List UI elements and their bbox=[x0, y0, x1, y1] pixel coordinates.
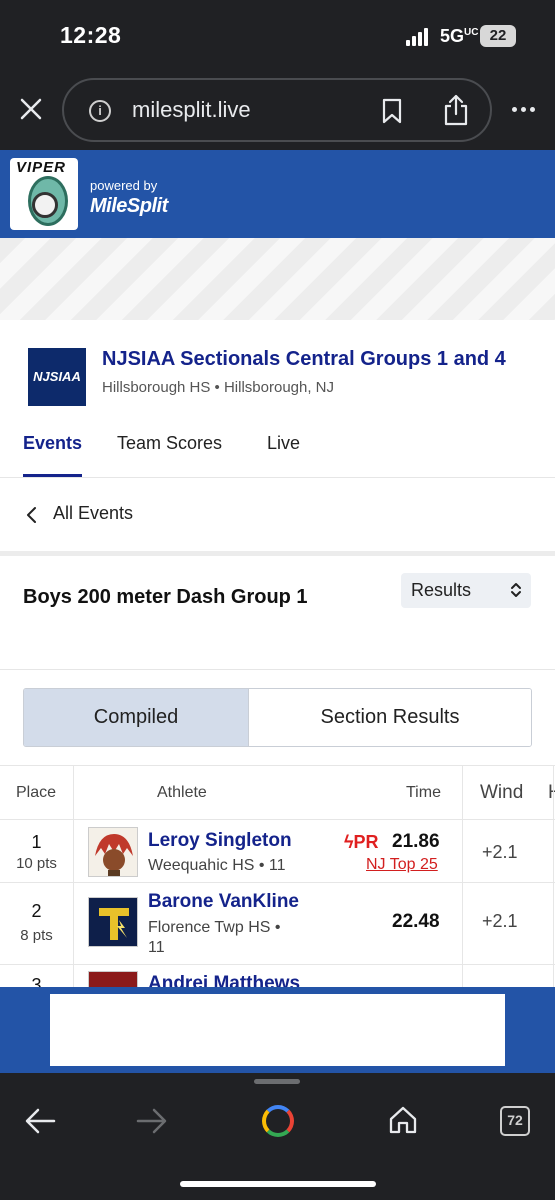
pr-badge: ϟPR bbox=[344, 832, 379, 852]
all-events-label: All Events bbox=[53, 503, 134, 523]
header-athlete: Athlete bbox=[157, 784, 207, 801]
athlete-school[interactable]: Florence Twp HS • 11 bbox=[148, 918, 298, 958]
place-number: 2 bbox=[31, 901, 42, 921]
athlete-name[interactable]: Andrei Matthews bbox=[148, 973, 300, 987]
wind-reading: +2.1 bbox=[482, 911, 518, 931]
decorative-banner bbox=[0, 238, 555, 320]
status-bar: 12:28 5GUC 22 bbox=[0, 0, 555, 72]
header-time: Time bbox=[406, 784, 441, 801]
results-table: Place Athlete Time Wind H 1 10 pts Leroy… bbox=[0, 765, 555, 987]
place-number: 3 bbox=[31, 975, 42, 987]
athlete-name[interactable]: Leroy Singleton bbox=[148, 830, 292, 852]
results-select[interactable]: Results bbox=[401, 573, 531, 608]
results-view-toggle: Compiled Section Results bbox=[23, 688, 532, 747]
stopwatch-icon bbox=[32, 192, 58, 218]
tab-team-scores[interactable]: Team Scores bbox=[117, 433, 222, 454]
meet-logo: NJSIAA bbox=[28, 348, 86, 406]
home-icon[interactable] bbox=[388, 1105, 418, 1135]
table-row[interactable]: 3 Andrei Matthews bbox=[0, 964, 555, 987]
drag-handle[interactable] bbox=[254, 1079, 300, 1084]
google-lens-icon[interactable] bbox=[262, 1105, 294, 1137]
header-place: Place bbox=[16, 784, 57, 801]
lightning-icon: ϟ bbox=[344, 832, 354, 852]
status-time: 12:28 bbox=[60, 22, 122, 48]
browser-toolbar: i milesplit.live bbox=[0, 72, 555, 150]
forward-arrow-icon[interactable] bbox=[136, 1107, 168, 1135]
ad-banner bbox=[0, 987, 555, 1073]
share-icon[interactable] bbox=[443, 94, 469, 126]
chevron-left-icon bbox=[27, 507, 36, 523]
tab-live[interactable]: Live bbox=[267, 433, 300, 454]
close-icon[interactable] bbox=[18, 96, 44, 122]
place-points: 10 pts bbox=[16, 855, 57, 872]
more-options-icon[interactable] bbox=[510, 100, 538, 120]
info-icon[interactable]: i bbox=[89, 100, 111, 122]
url-text[interactable]: milesplit.live bbox=[132, 97, 251, 123]
segment-compiled[interactable]: Compiled bbox=[24, 689, 249, 746]
athlete-name[interactable]: Barone VanKline bbox=[148, 891, 299, 913]
browser-bottom-nav: 72 bbox=[0, 1073, 555, 1200]
powered-by-label: powered by bbox=[90, 178, 158, 193]
meet-location: Hillsborough HS • Hillsborough, NJ bbox=[102, 379, 335, 396]
table-row[interactable]: 1 10 pts Leroy Singleton Weequahic HS • … bbox=[0, 819, 555, 882]
home-indicator[interactable] bbox=[180, 1181, 376, 1187]
place-points: 8 pts bbox=[20, 927, 53, 944]
signal-icon bbox=[406, 28, 430, 46]
bookmark-icon[interactable] bbox=[382, 98, 402, 124]
place-number: 1 bbox=[31, 832, 42, 852]
athlete-school[interactable]: Weequahic HS • 11 bbox=[148, 856, 286, 876]
network-type: 5GUC bbox=[440, 26, 479, 46]
tab-events[interactable]: Events bbox=[23, 433, 83, 477]
back-arrow-icon[interactable] bbox=[24, 1107, 56, 1135]
results-select-value: Results bbox=[411, 580, 472, 600]
header-wind: Wind bbox=[480, 782, 524, 803]
viper-logo[interactable]: VIPER bbox=[10, 158, 78, 230]
site-header: VIPER powered by MileSplit bbox=[0, 150, 555, 238]
ranking-link[interactable]: NJ Top 25 bbox=[366, 856, 438, 874]
team-logo bbox=[88, 827, 138, 877]
result-time: 22.48 bbox=[392, 911, 440, 932]
battery-icon: 22 bbox=[480, 25, 516, 47]
address-bar[interactable]: i milesplit.live bbox=[62, 78, 492, 142]
event-header: Boys 200 meter Dash Group 1 Results bbox=[0, 556, 555, 670]
segment-section-results[interactable]: Section Results bbox=[249, 689, 531, 746]
team-logo bbox=[88, 971, 138, 987]
wind-reading: +2.1 bbox=[482, 842, 518, 862]
team-logo bbox=[88, 897, 138, 947]
ad-slot[interactable] bbox=[50, 994, 505, 1066]
event-title: Boys 200 meter Dash Group 1 bbox=[23, 586, 308, 608]
milesplit-logo[interactable]: MileSplit bbox=[90, 195, 168, 218]
chevron-up-down-icon bbox=[511, 583, 521, 597]
meet-title[interactable]: NJSIAA Sectionals Central Groups 1 and 4 bbox=[102, 348, 506, 371]
result-time: 21.86 bbox=[392, 831, 440, 852]
table-row[interactable]: 2 8 pts Barone VanKline Florence Twp HS … bbox=[0, 882, 555, 964]
tab-switcher-icon[interactable]: 72 bbox=[500, 1106, 530, 1136]
all-events-link[interactable]: All Events bbox=[0, 479, 555, 551]
meet-info: NJSIAA NJSIAA Sectionals Central Groups … bbox=[0, 320, 555, 478]
